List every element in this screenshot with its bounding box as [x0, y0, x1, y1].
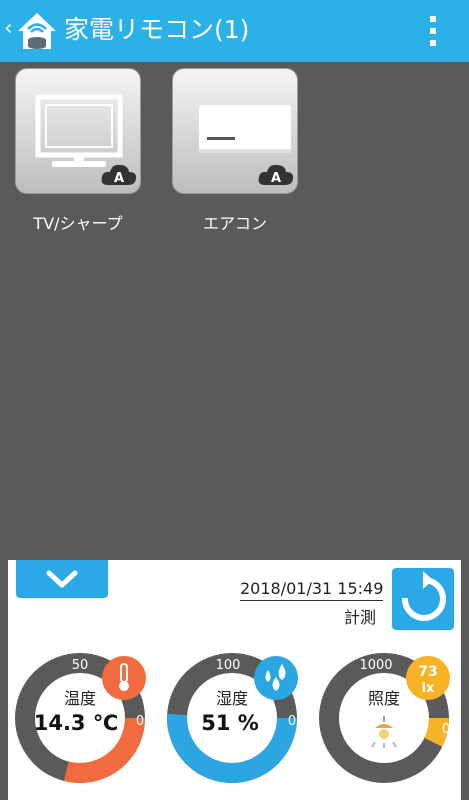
- refresh-button[interactable]: [392, 568, 454, 630]
- device-badge-label: A: [114, 171, 124, 186]
- measure-label: 計測: [344, 608, 377, 627]
- app-bar: ‹ 家電リモコン(1): [0, 0, 469, 62]
- illuminance-gauge: 1000 0 73 lx 照度: [319, 653, 450, 783]
- device-tile-tv[interactable]: A: [15, 68, 141, 194]
- humidity-gauge-label: 湿度: [216, 689, 248, 708]
- back-chevron-icon[interactable]: ‹: [4, 16, 13, 42]
- temperature-gauge-label: 温度: [64, 689, 96, 708]
- illuminance-gauge-max: 1000: [359, 658, 392, 673]
- device-label-air-conditioner: エアコン: [202, 214, 267, 233]
- lightbulb-icon: [371, 716, 397, 748]
- smart-home-icon[interactable]: [14, 9, 60, 53]
- illuminance-badge-unit: lx: [422, 681, 435, 696]
- collapse-panel-button[interactable]: [16, 560, 108, 598]
- thermometer-icon: [102, 656, 146, 700]
- temperature-gauge-min: 0: [136, 714, 144, 729]
- sensor-panel: 2018/01/31 15:49 計測 50 0 温度 14.3 ℃ 100 0…: [8, 560, 461, 800]
- illuminance-badge-value: 73: [418, 664, 437, 680]
- temperature-gauge-value: 14.3 ℃: [34, 711, 119, 735]
- device-tile-air-conditioner[interactable]: A: [172, 68, 298, 194]
- humidity-gauge-min: 0: [288, 714, 296, 729]
- humidity-gauge: 100 0 湿度 51 %: [167, 653, 298, 784]
- device-label-tv: TV/シャープ: [33, 214, 123, 233]
- temperature-gauge: 50 0 温度 14.3 ℃: [15, 653, 146, 783]
- cloud-badge-icon: A: [101, 164, 137, 186]
- refresh-icon: [401, 571, 446, 621]
- humidity-gauge-max: 100: [216, 658, 241, 673]
- illuminance-gauge-label: 照度: [368, 689, 400, 708]
- page-title: 家電リモコン(1): [64, 15, 250, 44]
- temperature-gauge-max: 50: [72, 658, 89, 673]
- illuminance-gauge-fill: [424, 717, 449, 747]
- overflow-menu-icon[interactable]: [422, 14, 444, 48]
- humidity-gauge-value: 51 %: [201, 711, 259, 735]
- chevron-down-icon: [46, 570, 78, 588]
- measurement-datetime: 2018/01/31 15:49: [240, 578, 384, 601]
- cloud-badge-icon: A: [258, 164, 294, 186]
- device-badge-label: A: [271, 171, 281, 186]
- illuminance-gauge-min: 0: [442, 722, 450, 737]
